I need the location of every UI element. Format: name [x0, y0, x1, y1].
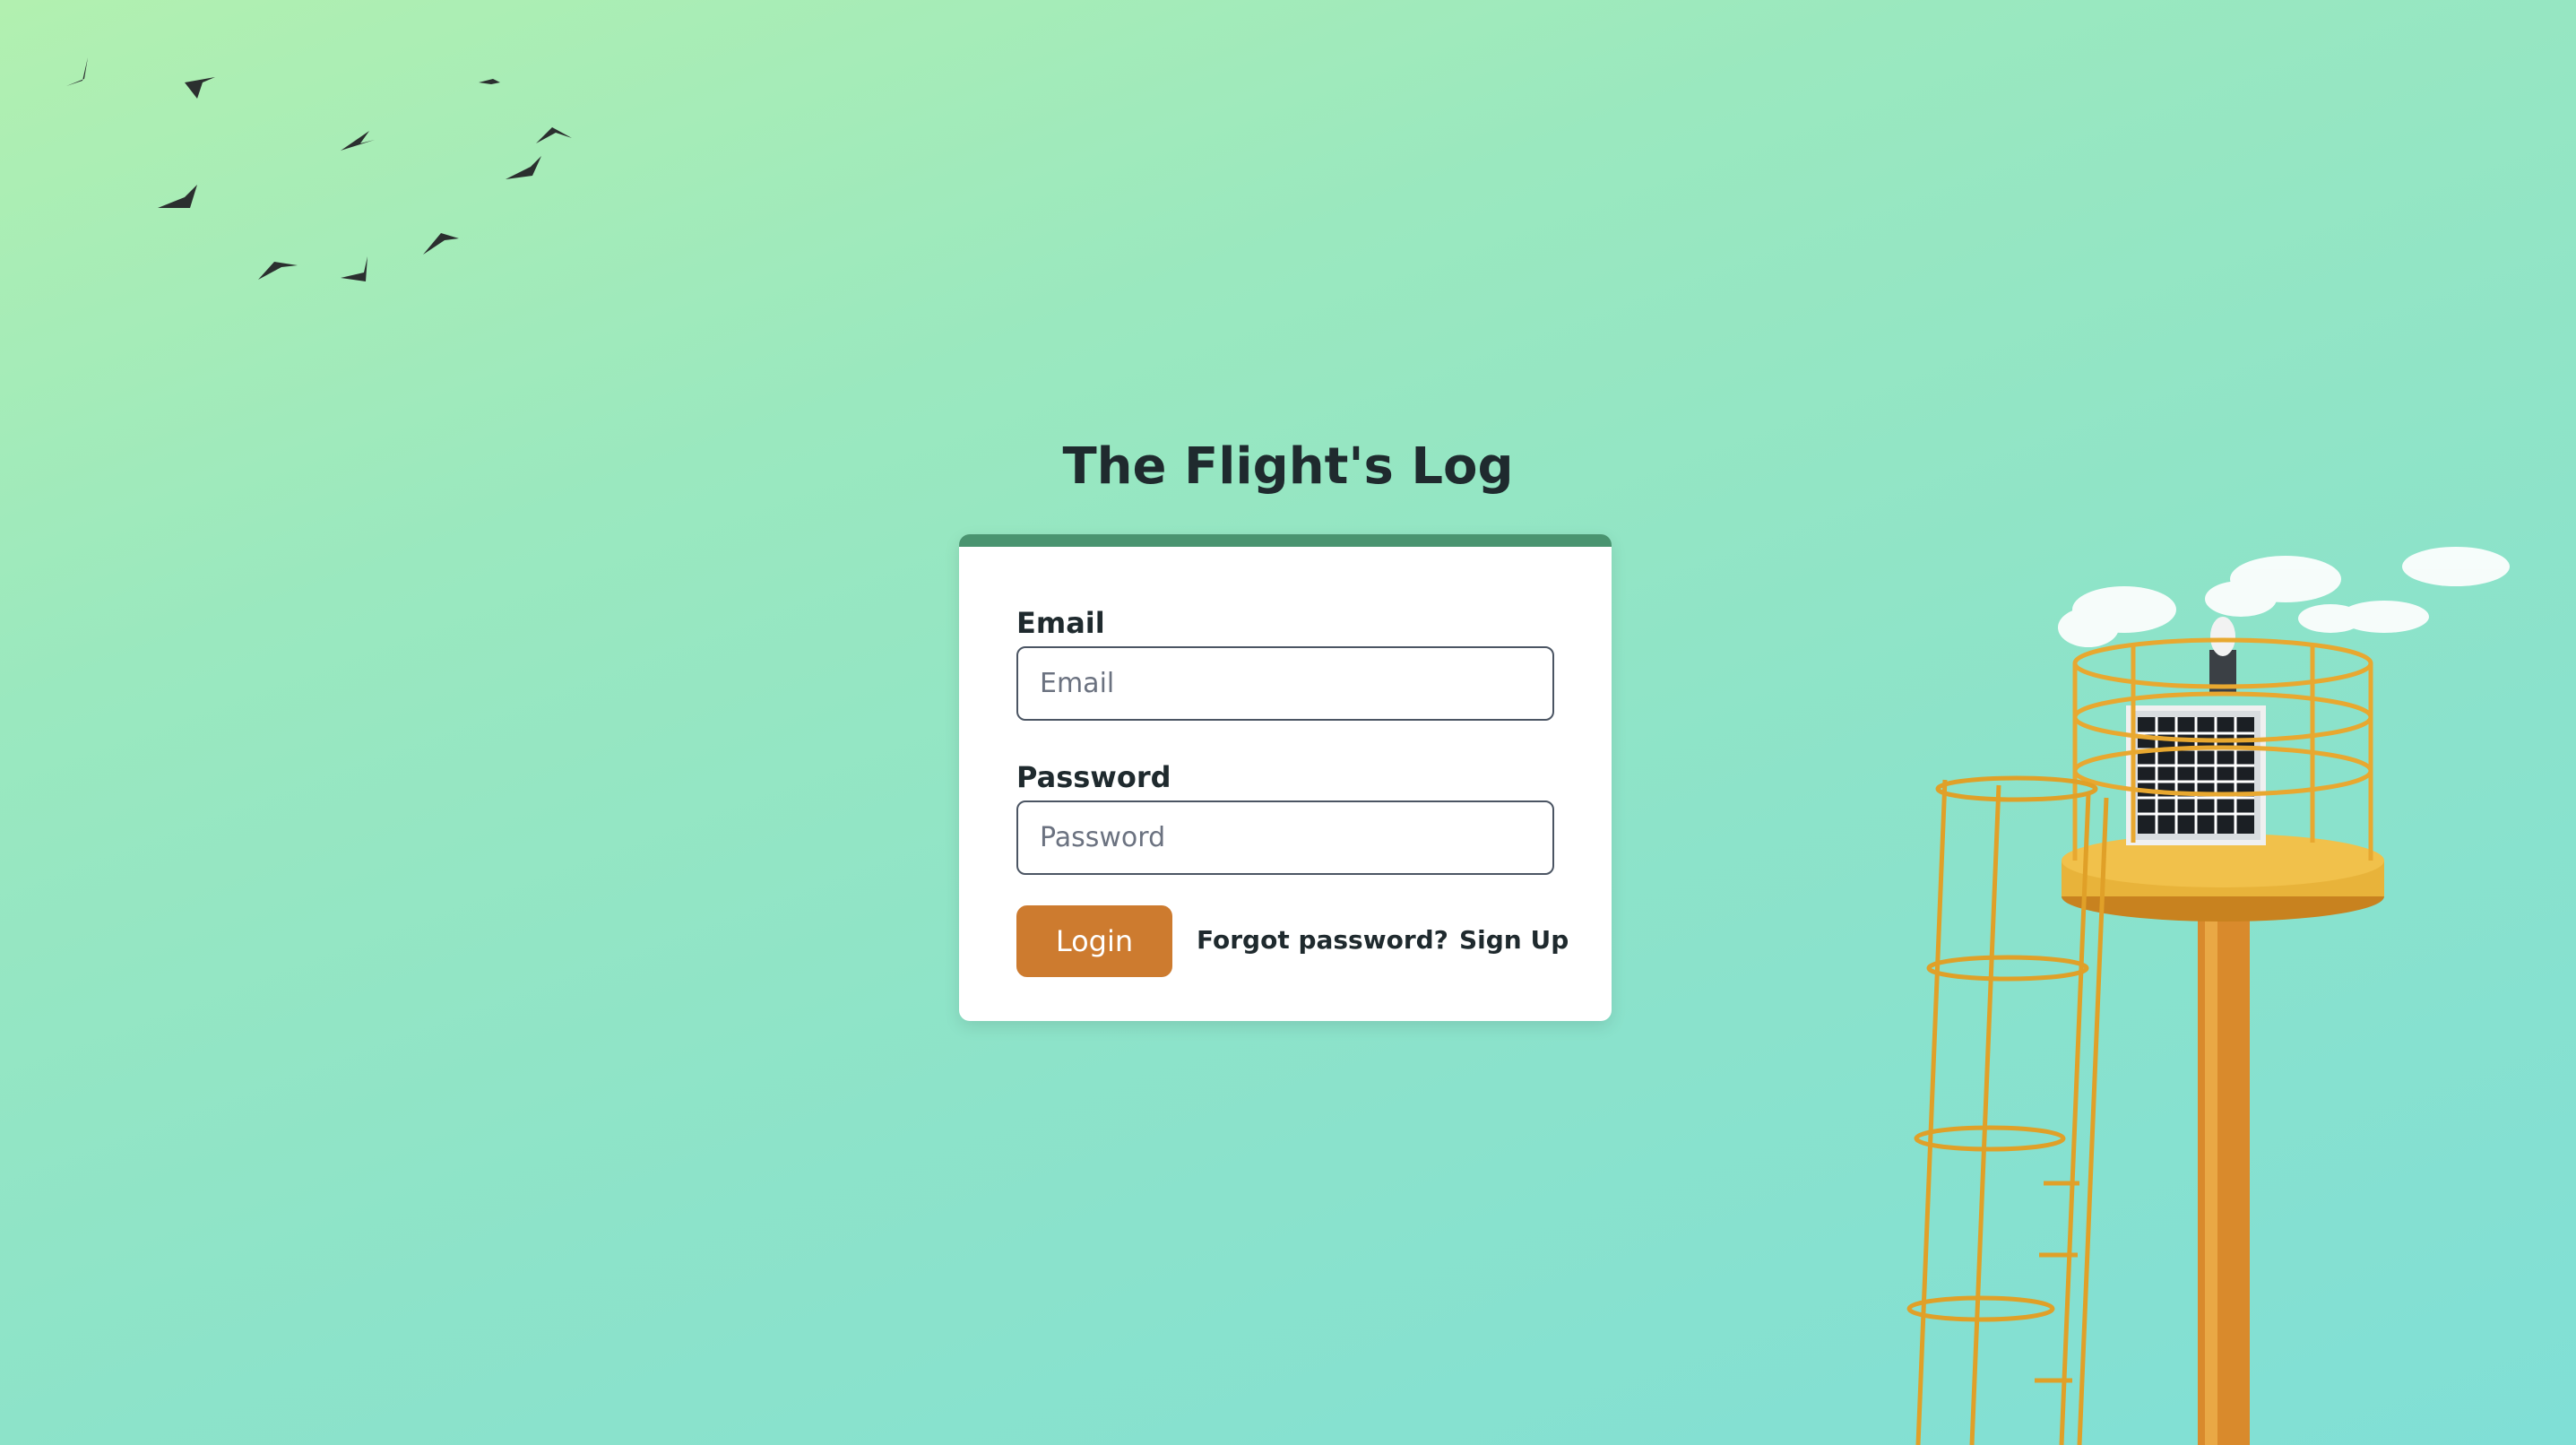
- bird: [423, 233, 459, 255]
- sign-up-link[interactable]: Sign Up: [1459, 925, 1569, 955]
- tower: [1906, 617, 2384, 1445]
- bird: [158, 185, 197, 208]
- password-label: Password: [1016, 760, 1171, 794]
- email-input[interactable]: [1016, 646, 1554, 721]
- password-input[interactable]: [1016, 800, 1554, 875]
- bird: [341, 256, 367, 281]
- page-title: The Flight's Log: [1062, 437, 1514, 496]
- beacon-tower-illustration: [1906, 547, 2510, 1445]
- bird: [536, 127, 572, 143]
- bird: [479, 79, 500, 84]
- clouds: [2058, 547, 2510, 647]
- bird: [185, 77, 215, 99]
- bird: [66, 57, 90, 88]
- solar-grid: [2138, 717, 2254, 834]
- login-card: Email Password Login Forgot password? Si…: [959, 534, 1612, 1021]
- forgot-password-link[interactable]: Forgot password?: [1197, 925, 1448, 955]
- bird-flock: [66, 57, 572, 281]
- birds-illustration: [66, 57, 572, 281]
- bird: [341, 131, 375, 151]
- bird: [506, 156, 541, 179]
- bird: [258, 262, 298, 280]
- login-button[interactable]: Login: [1016, 905, 1172, 977]
- email-label: Email: [1016, 606, 1105, 640]
